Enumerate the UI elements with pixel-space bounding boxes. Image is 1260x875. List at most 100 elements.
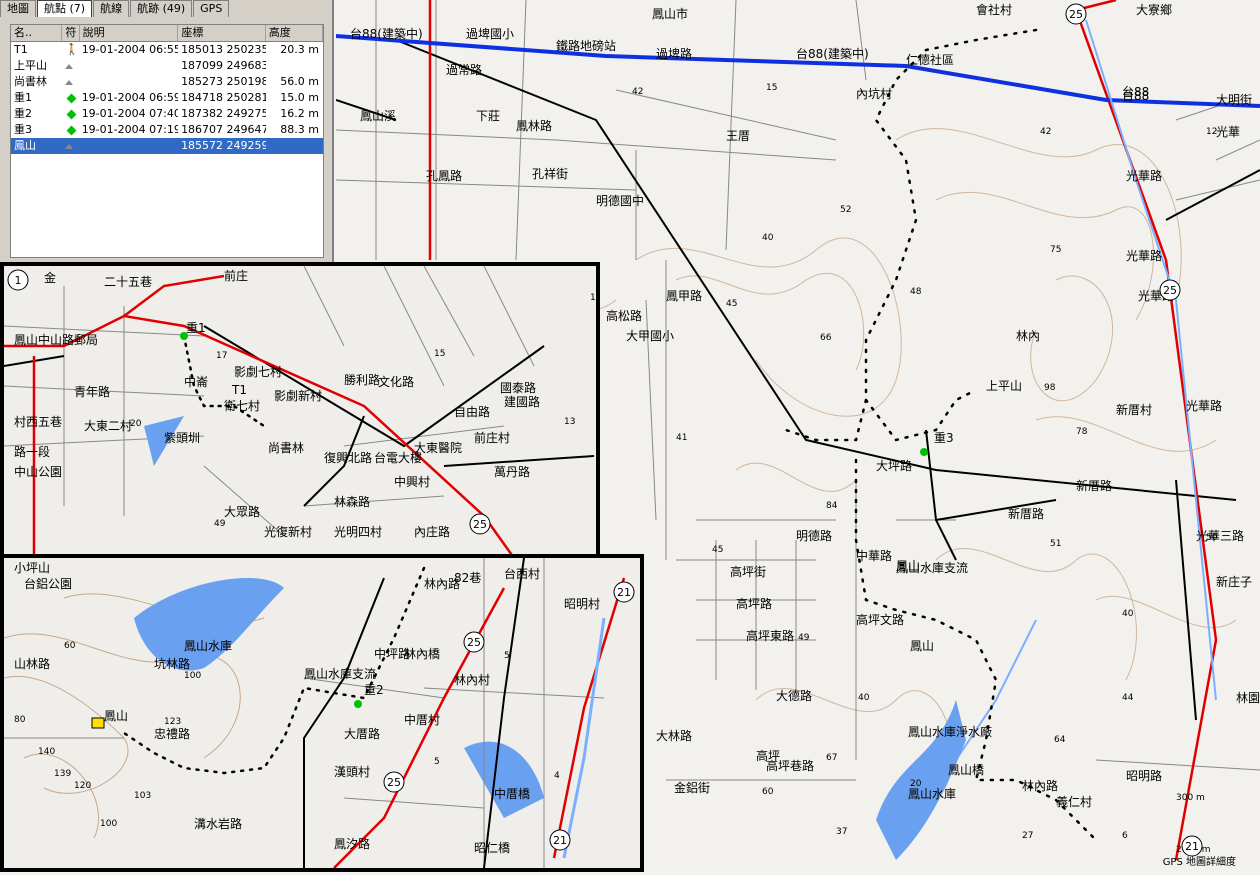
map-label: 高坪文路: [856, 612, 904, 627]
inset-label: 光復新村: [264, 524, 312, 539]
map-label: 新厝村: [1116, 402, 1152, 417]
inset-label: 82巷: [454, 571, 481, 585]
inset-label: 路一段: [14, 444, 50, 459]
tab-tracks[interactable]: 航跡 (49): [130, 0, 193, 17]
waypoint-marker-zhong3[interactable]: [920, 448, 928, 456]
waypoint-symbol: [62, 74, 79, 90]
route-number: 25: [467, 636, 481, 649]
inset-label: 忠禮路: [154, 726, 190, 741]
map-label: 鳳山市: [652, 6, 688, 21]
inset-label: 中興村: [394, 474, 430, 489]
map-label: 鳳山: [896, 559, 920, 573]
column-alt[interactable]: 高度: [266, 25, 324, 41]
map-label: 過埤路: [656, 46, 692, 61]
inset-label: 勝利路: [344, 372, 380, 387]
waypoint-row[interactable]: 重1 19-01-2004 06:59184718 2502819 15.0 m: [11, 90, 323, 106]
waypoint-name: 重1: [14, 91, 32, 104]
elevation-label: 60: [64, 641, 76, 651]
route-number: 25: [473, 518, 487, 531]
map-label: 高松路: [606, 308, 642, 323]
elevation-label: 5: [504, 651, 510, 661]
inset-label: 影劇七村: [234, 365, 282, 379]
list-header: 名.. 符 說明 座標 高度: [11, 25, 324, 42]
inset-label: 林內橋: [404, 647, 440, 661]
summit-icon: [65, 79, 74, 85]
route-number: 25: [1069, 8, 1083, 21]
elevation-label: 13: [564, 417, 575, 427]
map-label: 義仁村: [1056, 794, 1092, 809]
elevation-label: 84: [826, 501, 838, 511]
waypoint-row[interactable]: 上平山 187099 2496838: [11, 58, 323, 74]
map-label: 新厝路: [1008, 506, 1044, 521]
map-label: 林內路: [1022, 778, 1058, 793]
elevation-label: 103: [134, 791, 151, 801]
elevation-label: 4: [554, 771, 560, 781]
inset-map-upper[interactable]: 金 前庄 鳳山中山路郵局 重1 影劇七村 青年路 影劇新村 T1 衛七村 中崙 尚書林 文化路 勝利路大…: [0, 262, 600, 562]
inset-label: 金: [44, 270, 56, 285]
column-desc[interactable]: 說明: [80, 25, 179, 41]
map-label: 鳳山: [910, 639, 934, 653]
inset-label: 自由路: [454, 404, 490, 419]
inset-label: 衛七村: [224, 399, 260, 413]
waypoint-row[interactable]: 重3 19-01-2004 07:19186707 2496470 88.3 m: [11, 122, 323, 138]
map-label: 鳳山水庫淨水廠: [908, 724, 992, 739]
inset-label: 光明四村: [334, 525, 382, 539]
column-coord[interactable]: 座標: [178, 25, 266, 41]
route-number: 21: [553, 834, 567, 847]
waypoint-row[interactable]: T1 🚶19-01-2004 06:55185013 2502350 20.3 m: [11, 42, 323, 58]
map-scale: GPS 地圖詳細度: [1163, 853, 1236, 868]
elevation-label: 67: [826, 753, 837, 763]
elevation-label: 40: [858, 693, 870, 703]
elevation-label: 20: [910, 779, 922, 789]
inset-label: 中厝村: [404, 712, 440, 727]
inset-map-lower-canvas[interactable]: 鳳山鳳山水庫鳳山水庫支流林內路82巷林內村重2中厝村大厝路漢頭村鳳汐路中坪路台鋁…: [4, 558, 640, 868]
map-label: 鳳山溪: [360, 109, 396, 123]
map-label: 昭明路: [1126, 768, 1162, 783]
inset-label: 尚書林: [268, 441, 304, 455]
map-label: 下莊: [476, 109, 500, 123]
tab-map[interactable]: 地圖: [0, 0, 36, 17]
inset-label: 二十五巷: [104, 275, 152, 289]
waypoint-desc: [79, 138, 178, 154]
tab-waypoints[interactable]: 航點 (7): [37, 0, 93, 17]
summit-icon: [65, 143, 74, 149]
waypoint-symbol: [62, 122, 79, 138]
inset-label: 鳳山: [104, 709, 128, 723]
waypoint-alt: 56.0 m: [280, 75, 319, 88]
inset-map-lower[interactable]: 鳳山 鳳山水庫 鳳山水庫支流 林內路 82巷 林內村 重2 中厝村 大厝路 漢頭村 鳳汐路 中坪路 台鋁…: [0, 554, 644, 872]
tab-routes[interactable]: 航線: [93, 0, 130, 17]
elevation-label: 41: [676, 433, 687, 443]
map-label: 林內: [1016, 329, 1040, 343]
map-label: 新厝路: [1076, 478, 1112, 493]
elevation-label: 12: [1206, 127, 1217, 137]
map-label: 鳳山橋: [948, 763, 984, 777]
column-name[interactable]: 名..: [11, 25, 63, 41]
map-label: 光華路: [1126, 248, 1162, 263]
waypoint-symbol: [62, 106, 79, 122]
elevation-label: 98: [1044, 383, 1056, 393]
waypoint-symbol: 🚶: [62, 42, 79, 58]
inset-label: 台鋁公園: [24, 576, 72, 591]
waypoint-list[interactable]: 名.. 符 說明 座標 高度 T1 🚶 19-01-2004 06:55 185013…: [10, 24, 324, 258]
green-diamond-icon: [66, 125, 77, 135]
waypoint-row[interactable]: 鳳山 185572 2492594: [11, 138, 323, 154]
elevation-label: 66: [820, 333, 832, 343]
elevation-label: 120: [74, 781, 91, 791]
map-label: 過埤國小: [466, 27, 514, 41]
summit-marker-fengshan[interactable]: [91, 717, 105, 729]
waypoint-row[interactable]: 尚書林 185273 2501980 56.0 m: [11, 74, 323, 90]
inset-label: 中厝橋: [494, 786, 530, 801]
elevation-label: 42: [632, 87, 643, 97]
inset-label: 大眾路: [224, 504, 260, 519]
map-label: 大坪路: [876, 458, 912, 473]
tab-gps[interactable]: GPS: [193, 0, 230, 17]
inset-label: 山林路: [14, 656, 50, 671]
tab-bar: 地圖 航點 (7) 航線 航跡 (49) GPS: [0, 0, 230, 18]
summit-icon: [65, 63, 74, 69]
waypoint-marker-zhong2[interactable]: [354, 700, 362, 708]
inset-map-upper-canvas[interactable]: 金 前庄鳳山中山路郵局 重1 影劇七村青年路 影劇新村 T1 衛七村 中崙尚書林 文化路勝利路大…: [4, 266, 596, 558]
elevation-label: 6: [1122, 831, 1128, 841]
column-symbol[interactable]: 符: [62, 25, 80, 41]
waypoint-row[interactable]: 重2 19-01-2004 07:40187382 2492758 16.2 m: [11, 106, 323, 122]
waypoint-name: 重2: [14, 107, 32, 120]
